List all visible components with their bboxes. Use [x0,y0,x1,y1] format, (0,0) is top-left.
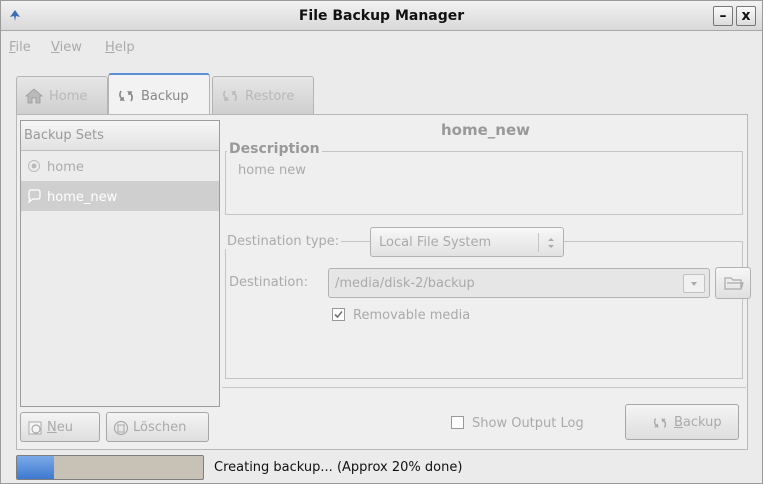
destination-type-value: Local File System [379,235,492,250]
start-backup-label: Backup [674,415,722,430]
destination-dropdown-button[interactable] [683,274,705,293]
list-item[interactable]: home [21,151,219,181]
new-document-icon [28,421,42,435]
show-output-log-label: Show Output Log [472,416,584,431]
removable-media-checkbox[interactable]: Removable media [332,308,470,323]
home-icon [25,88,43,104]
progress-fill [17,456,55,479]
menu-file[interactable]: File [9,40,31,55]
set-name-heading: home_new [441,121,530,139]
checkbox-unchecked-icon [451,416,464,429]
delete-set-button[interactable]: Löschen [106,412,209,442]
menu-bar: File View Help [1,32,762,62]
checkbox-checked-icon [332,308,345,321]
title-bar: File Backup Manager – x [1,1,762,31]
description-label: Description [227,141,322,157]
tab-backup[interactable]: Backup [108,73,210,115]
backup-tab-content: Backup Sets home home_new Neu Löschen ho… [16,114,751,450]
destination-value: /media/disk-2/backup [335,276,475,291]
app-window: File Backup Manager – x File View Help H… [0,0,763,484]
backup-sets-list[interactable]: Backup Sets home home_new [20,120,220,407]
combo-separator [538,233,539,252]
destination-type-label: Destination type: [225,234,342,249]
new-set-button[interactable]: Neu [20,412,100,442]
folder-icon [724,277,744,290]
destination-combo-entry[interactable]: /media/disk-2/backup [328,268,710,298]
start-backup-button[interactable]: Backup [625,404,739,440]
minimize-button[interactable]: – [713,6,733,26]
removable-media-label: Removable media [353,308,471,323]
tab-backup-label: Backup [141,89,189,104]
chevron-down-icon [691,282,697,286]
backup-sets-header[interactable]: Backup Sets [21,121,219,151]
new-set-label: Neu [47,420,73,435]
show-output-log-checkbox[interactable]: Show Output Log [451,416,584,431]
status-text: Creating backup... (Approx 20% done) [214,460,463,475]
status-bar: Creating backup... (Approx 20% done) [16,452,748,482]
set-label-home-new: home_new [47,190,118,205]
list-item[interactable]: home_new [21,181,219,211]
tab-home-label: Home [49,89,88,104]
destination-frame [225,241,743,379]
description-text: home new [238,163,306,178]
trash-icon [113,420,129,436]
tab-restore[interactable]: Restore [212,76,314,114]
destination-label: Destination: [229,275,308,290]
spin-arrows-icon [548,238,554,248]
tab-home[interactable]: Home [16,76,108,114]
divider [222,387,746,388]
browse-folder-button[interactable] [715,267,751,299]
tab-restore-label: Restore [245,89,295,104]
window-title: File Backup Manager [298,8,465,24]
speech-bubble-icon [28,189,41,203]
restore-icon [223,90,237,102]
destination-type-select[interactable]: Local File System [370,227,564,257]
radio-dot-icon [28,160,40,172]
close-button[interactable]: x [736,6,756,26]
set-label-home: home [47,160,84,175]
backup-icon [653,418,667,428]
backup-icon [119,90,133,102]
backup-progress-bar [16,455,204,480]
description-frame [225,151,743,215]
menu-help[interactable]: Help [105,40,135,55]
menu-view[interactable]: View [51,40,82,55]
delete-set-label: Löschen [133,420,187,435]
